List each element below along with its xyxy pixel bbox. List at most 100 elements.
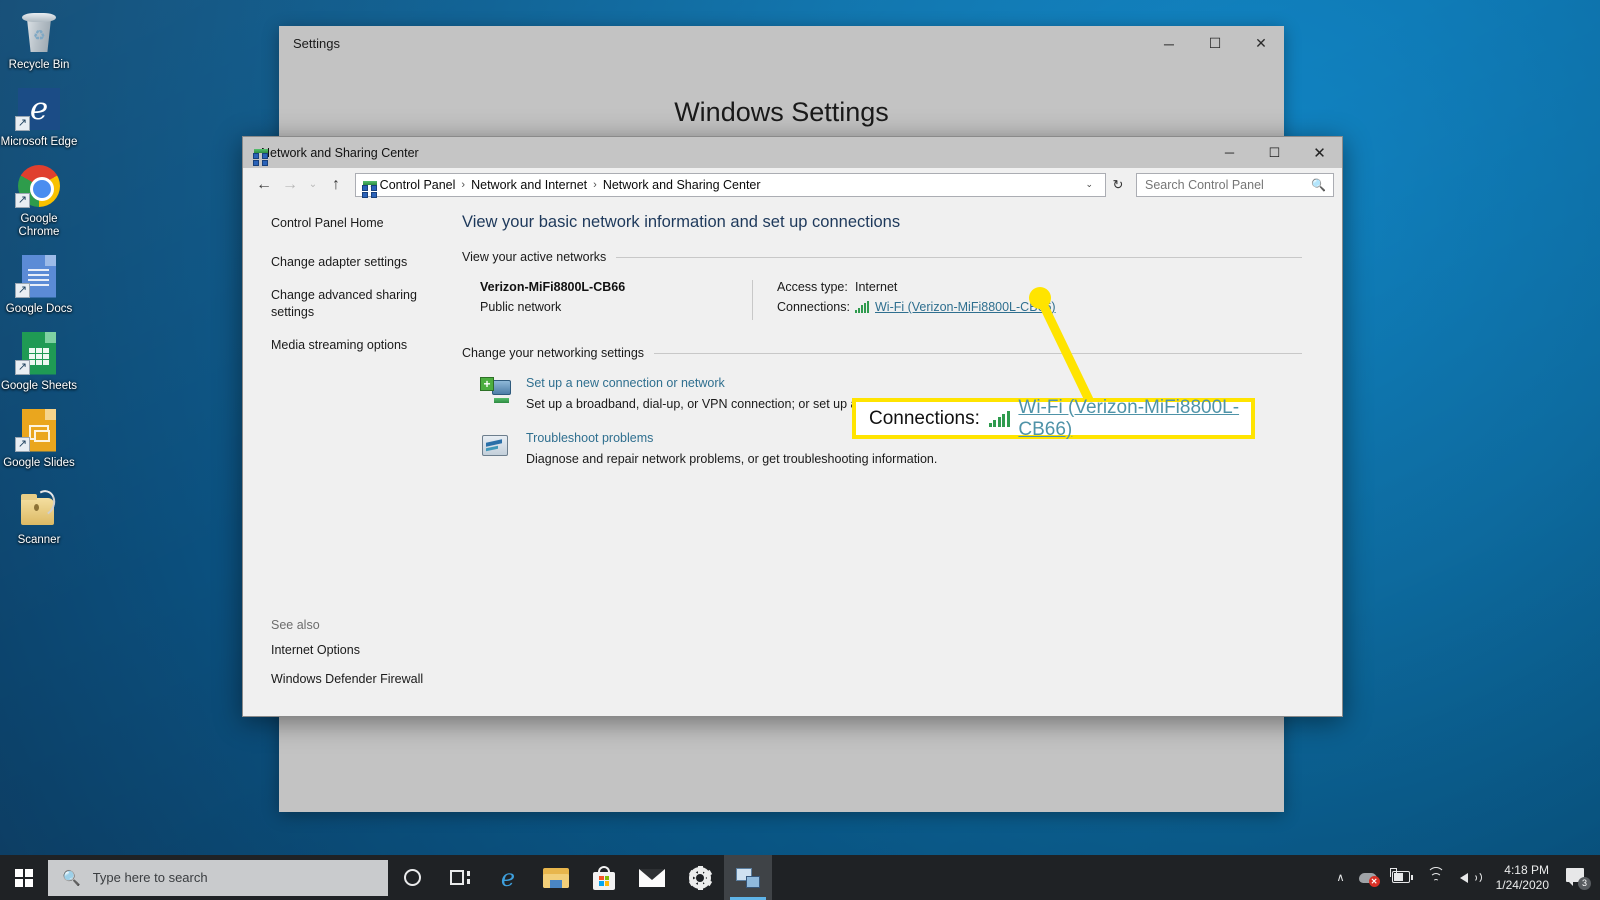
sidebar-item-change-adapter-settings[interactable]: Change adapter settings [271,254,431,271]
edge-taskbar-button[interactable]: e [484,855,532,900]
show-hidden-icons-button[interactable]: ∧ [1330,855,1352,900]
troubleshoot-problems-description: Diagnose and repair network problems, or… [526,452,938,466]
nsc-titlebar[interactable]: Network and Sharing Center ─ ☐ ✕ [243,137,1342,168]
battery-charging-icon [1389,868,1413,884]
breadcrumb[interactable]: › Control Panel › Network and Internet ›… [355,172,1106,198]
access-type-label: Access type: [777,280,848,294]
sidebar-item-internet-options[interactable]: Internet Options [271,642,423,659]
shortcut-arrow-icon: ↗ [15,116,30,131]
breadcrumb-item-network-and-internet[interactable]: Network and Internet [468,178,590,192]
settings-close-button[interactable]: ✕ [1238,26,1284,61]
page-title: View your basic network information and … [462,213,901,231]
desktop-icon-list: ♻ Recycle Bin e ↗ Microsoft Edge ↗ Googl… [0,8,78,560]
troubleshoot-icon [480,431,512,463]
refresh-icon[interactable]: ↻ [1106,173,1130,197]
breadcrumb-item-network-and-sharing-center[interactable]: Network and Sharing Center [600,178,764,192]
action-center-button[interactable]: 3 [1559,855,1596,900]
scanner-icon [15,483,63,531]
forward-button[interactable]: → [277,173,303,197]
shortcut-arrow-icon: ↗ [15,193,30,208]
volume-tray-button[interactable] [1453,855,1486,900]
callout-wifi-link[interactable]: Wi-Fi (Verizon-MiFi8800L-CB66) [1018,397,1251,441]
connections-wifi-link[interactable]: Wi-Fi (Verizon-MiFi8800L-CB66) [875,300,1056,314]
desktop-icon-label: Google Chrome [18,213,60,238]
desktop-icon-google-sheets[interactable]: ↗ Google Sheets [0,329,78,393]
notification-badge: 3 [1578,876,1591,890]
taskbar-search-input[interactable]: Type here to search [93,870,208,885]
desktop-icon-label: Google Docs [5,303,73,315]
task-view-button[interactable] [436,855,484,900]
search-input[interactable]: Search Control Panel [1141,178,1311,192]
settings-titlebar[interactable]: Settings ─ ☐ ✕ [279,26,1284,61]
desktop-icon-label: Google Sheets [0,380,78,392]
google-docs-icon: ↗ [15,252,63,300]
desktop-icon-label: Microsoft Edge [0,136,78,148]
clock-time: 4:18 PM [1504,862,1549,877]
breadcrumb-separator: › [461,178,466,191]
mail-button[interactable] [628,855,676,900]
set-up-new-connection-link[interactable]: Set up a new connection or network [526,376,985,390]
taskbar: 🔍 Type here to search e ∧ ✕ 4:18 PM 1/24… [0,855,1600,900]
nsc-sidebar: Control Panel Home Change adapter settin… [243,201,458,716]
search-icon: 🔍 [62,869,81,887]
network-sharing-center-button[interactable] [724,855,772,900]
google-slides-icon: ↗ [15,406,63,454]
breadcrumb-item-control-panel[interactable]: Control Panel [377,178,459,192]
nsc-window-controls: ─ ☐ ✕ [1207,137,1342,168]
cortana-circle-icon [403,869,421,886]
back-button[interactable]: ← [251,173,277,197]
wifi-signal-icon [988,410,1012,427]
settings-button[interactable] [676,855,724,900]
gear-icon [688,865,712,890]
onedrive-tray-button[interactable]: ✕ [1352,855,1385,900]
sidebar-item-media-streaming-options[interactable]: Media streaming options [271,337,431,354]
shortcut-arrow-icon: ↗ [15,437,30,452]
desktop-icon-microsoft-edge[interactable]: e ↗ Microsoft Edge [0,85,78,149]
desktop-icon-scanner[interactable]: Scanner [0,483,78,547]
active-networks-section-header: View your active networks [462,250,1302,264]
sidebar-item-control-panel-home[interactable]: Control Panel Home [271,215,431,232]
start-button[interactable] [0,855,48,900]
clock-button[interactable]: 4:18 PM 1/24/2020 [1486,855,1559,900]
recent-locations-button[interactable]: ⌄ [303,173,323,197]
wifi-signal-icon [855,301,870,313]
up-button[interactable]: ↑ [323,173,349,197]
clock-date: 1/24/2020 [1495,877,1549,892]
network-name: Verizon-MiFi8800L-CB66 [480,280,626,294]
desktop-icon-google-slides[interactable]: ↗ Google Slides [0,406,78,470]
connections-label: Connections: [777,300,850,314]
cortana-button[interactable] [388,855,436,900]
change-settings-title: Change your networking settings [462,346,645,360]
desktop-icon-google-chrome[interactable]: ↗ Google Chrome [0,162,78,239]
network-sharing-icon [736,867,760,888]
new-connection-icon: + [480,376,512,408]
microsoft-store-button[interactable] [580,855,628,900]
nsc-minimize-button[interactable]: ─ [1207,137,1252,168]
shortcut-arrow-icon: ↗ [15,283,30,298]
section-divider [654,352,1302,354]
mail-envelope-icon [639,868,665,887]
desktop-icon-label: Scanner [17,534,61,546]
nsc-close-button[interactable]: ✕ [1297,137,1342,168]
settings-window-controls: ─ ☐ ✕ [1146,26,1284,61]
google-sheets-icon: ↗ [15,329,63,377]
search-control-panel-box[interactable]: Search Control Panel 🔍 [1136,172,1334,197]
active-network-row: Verizon-MiFi8800L-CB66 Public network Ac… [462,280,1302,320]
desktop-icon-recycle-bin[interactable]: ♻ Recycle Bin [0,8,78,72]
file-explorer-button[interactable] [532,855,580,900]
chrome-icon: ↗ [15,162,63,210]
battery-tray-button[interactable] [1385,855,1420,900]
desktop-icon-google-docs[interactable]: ↗ Google Docs [0,252,78,316]
sidebar-item-windows-defender-firewall[interactable]: Windows Defender Firewall [271,671,423,688]
nsc-maximize-button[interactable]: ☐ [1252,137,1297,168]
sidebar-item-change-advanced-sharing-settings[interactable]: Change advanced sharing settings [271,287,431,321]
taskbar-search-box[interactable]: 🔍 Type here to search [48,859,388,896]
connections-row: Connections: Wi-Fi (Verizon-MiFi8800L-CB… [777,300,1056,314]
change-settings-section-header: Change your networking settings [462,346,1302,360]
settings-maximize-button[interactable]: ☐ [1192,26,1238,61]
breadcrumb-separator: › [593,178,597,191]
chevron-down-icon[interactable]: ⌄ [1077,179,1101,190]
network-tray-button[interactable] [1420,855,1453,900]
search-icon: 🔍 [1311,177,1326,192]
settings-minimize-button[interactable]: ─ [1146,26,1192,61]
